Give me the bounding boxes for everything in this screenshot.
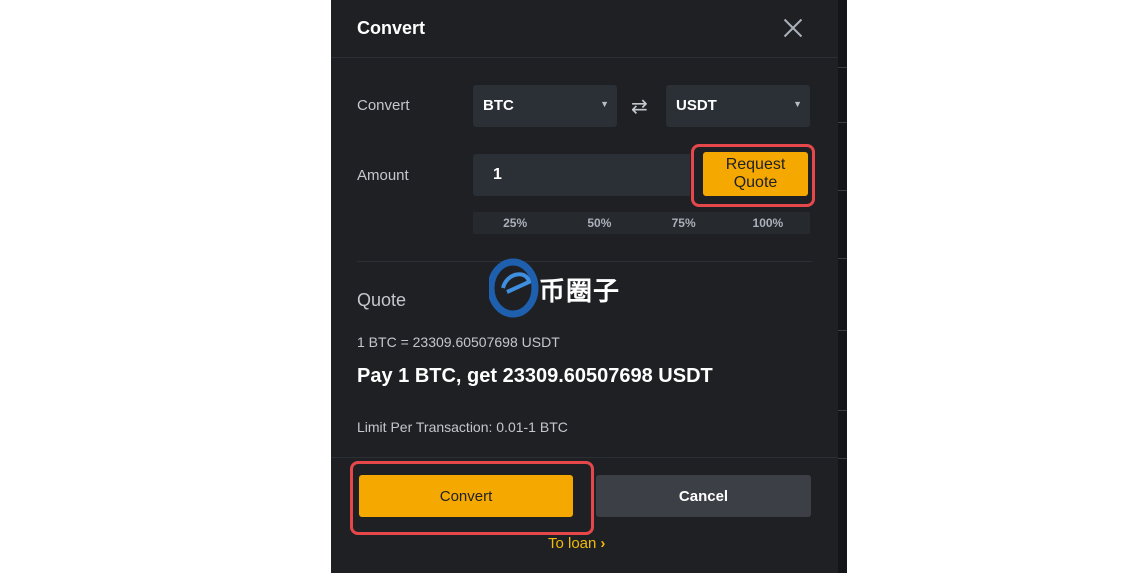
cancel-button[interactable]: Cancel xyxy=(596,475,811,517)
to-loan-link[interactable]: To loan › xyxy=(548,535,605,552)
swap-arrows-icon[interactable]: ⇄ xyxy=(631,94,648,119)
watermark-text: 币圈子 xyxy=(539,277,621,307)
transaction-limit: Limit Per Transaction: 0.01-1 BTC xyxy=(357,419,568,435)
pay-summary: Pay 1 BTC, get 23309.60507698 USDT xyxy=(357,365,713,387)
amount-field xyxy=(473,154,690,196)
request-quote-label: Request Quote xyxy=(725,156,786,191)
watermark-e-icon xyxy=(487,258,539,318)
percent-100-button[interactable]: 100% xyxy=(726,212,810,234)
from-currency-value: BTC xyxy=(483,97,514,114)
dialog-title: Convert xyxy=(357,18,426,38)
percent-75-button[interactable]: 75% xyxy=(642,212,726,234)
quote-heading: Quote xyxy=(357,290,407,310)
percent-50-button[interactable]: 50% xyxy=(557,212,641,234)
to-loan-label: To loan xyxy=(548,535,597,552)
from-currency-select[interactable]: BTC ▼ xyxy=(473,85,617,127)
to-currency-select[interactable]: USDT ▼ xyxy=(666,85,810,127)
dialog-header: Convert xyxy=(331,0,838,58)
amount-label: Amount xyxy=(357,167,409,184)
convert-label: Convert xyxy=(357,97,410,114)
watermark-logo: 币圈子 xyxy=(487,258,639,318)
footer-divider xyxy=(331,457,838,458)
convert-dialog: Convert Convert BTC ▼ ⇄ USDT ▼ Amount Re… xyxy=(331,0,847,573)
to-currency-value: USDT xyxy=(676,97,717,114)
chevron-down-icon: ▼ xyxy=(793,99,802,109)
percent-25-button[interactable]: 25% xyxy=(473,212,557,234)
percentage-selector: 25% 50% 75% 100% xyxy=(473,212,810,234)
amount-input[interactable] xyxy=(473,154,690,196)
convert-button[interactable]: Convert xyxy=(359,475,573,517)
close-icon[interactable] xyxy=(780,15,806,41)
request-quote-button[interactable]: Request Quote xyxy=(703,152,808,196)
exchange-rate: 1 BTC = 23309.60507698 USDT xyxy=(357,334,560,350)
background-edge xyxy=(838,0,847,573)
chevron-down-icon: ▼ xyxy=(600,99,609,109)
chevron-right-icon: › xyxy=(600,535,606,552)
